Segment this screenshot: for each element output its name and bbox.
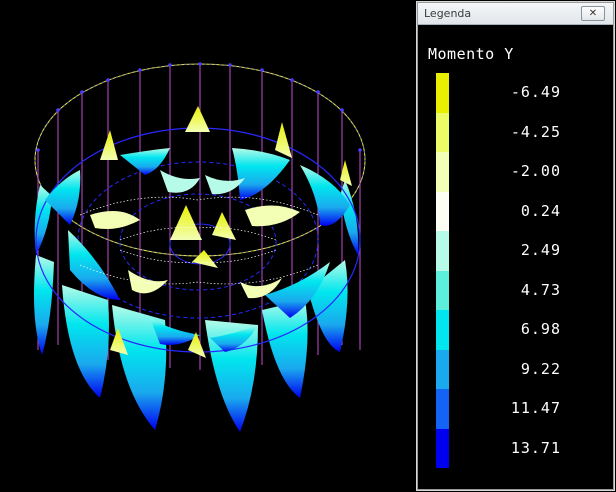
legend-value: 13.71	[510, 438, 561, 457]
legend-row: -2.00	[418, 152, 613, 192]
legend-swatch	[436, 73, 449, 113]
legend-row: 2.49	[418, 231, 613, 271]
legend-row: 9.22	[418, 349, 613, 389]
node-markers	[36, 62, 362, 152]
legend-value: -4.25	[510, 122, 561, 141]
legend-window-title: Legenda	[424, 7, 472, 20]
legend-swatch	[436, 389, 449, 429]
legend-swatch	[436, 112, 449, 152]
legend-row: 13.71	[418, 428, 613, 468]
legend-value: 4.73	[520, 280, 561, 299]
legend-swatch	[436, 231, 449, 271]
legend-swatch	[436, 310, 449, 350]
legend-swatch	[436, 270, 449, 310]
legend-color-scale: -6.49 -4.25 -2.00 0.24 2.49 4.73 6.98 9.22 11.47…	[418, 73, 613, 468]
legend-value: 0.24	[520, 201, 561, 220]
legend-row: 0.24	[418, 191, 613, 231]
legend-value: 6.98	[520, 320, 561, 338]
close-icon[interactable]: ✕	[581, 6, 605, 21]
legend-row: -4.25	[418, 112, 613, 152]
legend-row: -6.49	[418, 73, 613, 113]
legend-value: 11.47	[510, 399, 561, 417]
legend-heading: Momento Y	[428, 45, 514, 63]
legend-swatch	[436, 428, 449, 468]
legend-swatch	[436, 349, 449, 389]
legend-row: 11.47	[418, 389, 613, 429]
legend-value: -2.00	[510, 162, 561, 180]
legend-swatch	[436, 191, 449, 231]
legend-titlebar[interactable]: Legenda ✕	[418, 3, 613, 25]
legend-value: -6.49	[510, 83, 561, 101]
legend-row: 6.98	[418, 310, 613, 350]
legend-swatch	[436, 152, 449, 192]
legend-value: 9.22	[520, 359, 561, 378]
legend-row: 4.73	[418, 270, 613, 310]
legend-value: 2.49	[520, 241, 561, 259]
model-viewport[interactable]	[0, 0, 418, 492]
structure-diagram	[34, 62, 366, 432]
legend-window[interactable]: Legenda ✕ Momento Y -6.49 -4.25 -2.00 0.24 2…	[416, 1, 615, 491]
